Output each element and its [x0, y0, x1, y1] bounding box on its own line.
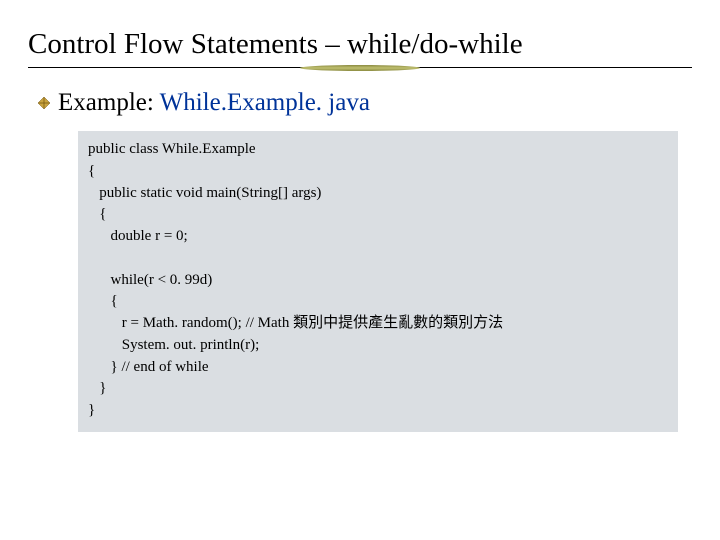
- code-line: System. out. println(r);: [88, 337, 259, 353]
- bullet-filename: While.Example. java: [160, 89, 370, 116]
- code-line: } // end of while: [88, 359, 209, 375]
- code-line: r = Math. random(); // Math 類別中提供產生亂數的類別…: [88, 315, 503, 331]
- page-title: Control Flow Statements – while/do-while: [28, 28, 692, 61]
- code-line: public static void main(String[] args): [88, 185, 321, 201]
- code-line: public class While.Example: [88, 141, 256, 157]
- code-line: {: [88, 163, 95, 179]
- code-line: {: [88, 206, 106, 222]
- code-line: }: [88, 380, 106, 396]
- code-line: }: [88, 402, 95, 418]
- diamond-bullet-icon: [36, 95, 52, 111]
- code-line: while(r < 0. 99d): [88, 272, 212, 288]
- code-line: double r = 0;: [88, 228, 188, 244]
- bullet-text: Example: While.Example. java: [58, 89, 370, 117]
- bullet-item: Example: While.Example. java: [36, 89, 692, 117]
- code-block: public class While.Example { public stat…: [78, 131, 678, 432]
- code-line: {: [88, 293, 118, 309]
- title-underline: [28, 67, 692, 71]
- bullet-prefix: Example:: [58, 89, 160, 116]
